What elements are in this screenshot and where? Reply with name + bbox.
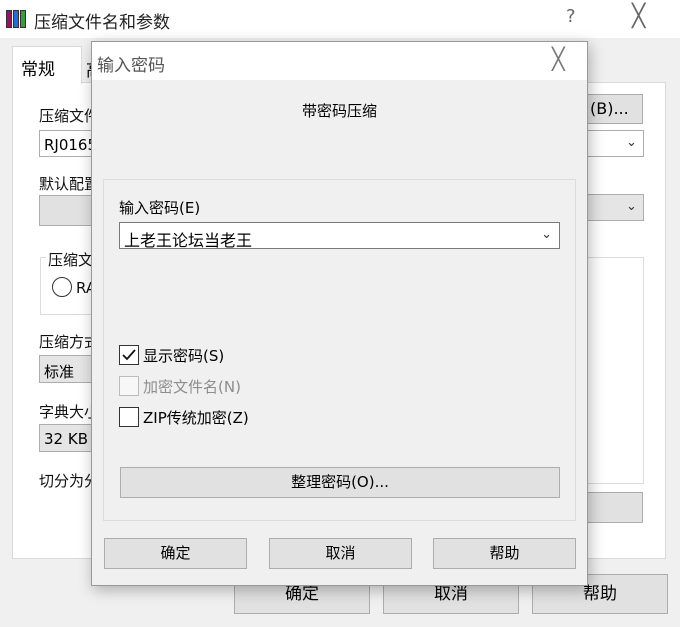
chevron-down-icon[interactable]: ⌄	[541, 227, 552, 242]
dialog-ok-button[interactable]: 确定	[104, 538, 247, 569]
default-profile-label: 默认配置	[39, 175, 100, 193]
password-dialog: 输入密码 ╳ 带密码压缩 输入密码(E) 上老王论坛当老王 ⌄ 显示密码(S) …	[91, 41, 588, 586]
dictionary-size-dropdown[interactable]: 32 KB	[39, 424, 99, 452]
show-password-label: 显示密码(S)	[143, 347, 225, 365]
set-password-button[interactable]	[587, 492, 643, 523]
archive-name-dropdown[interactable]: ⌄	[587, 130, 644, 157]
close-icon[interactable]: ╳	[632, 4, 645, 29]
archive-format-label: 压缩文	[46, 249, 96, 270]
options-listbox[interactable]	[587, 257, 644, 484]
winrar-icon	[6, 9, 28, 29]
organize-passwords-button[interactable]: 整理密码(O)...	[120, 467, 560, 498]
checkmark-icon	[122, 349, 136, 361]
archive-name-field[interactable]: RJ0165	[39, 130, 99, 157]
compression-method-dropdown[interactable]: 标准	[39, 355, 99, 383]
main-window-title: 压缩文件名和参数	[34, 13, 170, 33]
dialog-cancel-button[interactable]: 取消	[269, 538, 412, 569]
profiles-button[interactable]	[39, 195, 95, 226]
browse-button[interactable]: (B)...	[587, 94, 643, 124]
compression-method-label: 压缩方式	[39, 333, 100, 351]
chevron-down-icon: ⌄	[626, 199, 637, 214]
update-mode-dropdown[interactable]: ⌄	[587, 194, 644, 221]
dialog-titlebar: 输入密码 ╳	[92, 42, 587, 80]
zip-legacy-checkbox[interactable]	[119, 407, 139, 427]
main-titlebar: 压缩文件名和参数 ? ╳	[0, 0, 680, 38]
password-label: 输入密码(E)	[119, 199, 201, 217]
chevron-down-icon: ⌄	[626, 135, 637, 150]
show-password-checkbox[interactable]	[119, 345, 139, 365]
help-icon[interactable]: ?	[566, 6, 576, 27]
dialog-title: 输入密码	[97, 56, 165, 76]
dialog-close-icon[interactable]: ╳	[552, 47, 565, 71]
encrypt-filenames-checkbox	[119, 376, 139, 396]
dialog-help-button[interactable]: 帮助	[433, 538, 576, 569]
password-input[interactable]: 上老王论坛当老王 ⌄	[119, 222, 560, 250]
archive-name-label: 压缩文件	[39, 107, 100, 125]
zip-legacy-label: ZIP传统加密(Z)	[143, 409, 249, 427]
dictionary-size-label: 字典大小	[39, 403, 100, 421]
dialog-heading: 带密码压缩	[301, 102, 377, 120]
split-volumes-label: 切分为分	[39, 472, 100, 490]
encrypt-filenames-label: 加密文件名(N)	[143, 378, 241, 396]
tab-general[interactable]: 常规	[12, 46, 82, 84]
password-value: 上老王论坛当老王	[124, 231, 253, 250]
format-rar-radio[interactable]	[52, 277, 72, 297]
